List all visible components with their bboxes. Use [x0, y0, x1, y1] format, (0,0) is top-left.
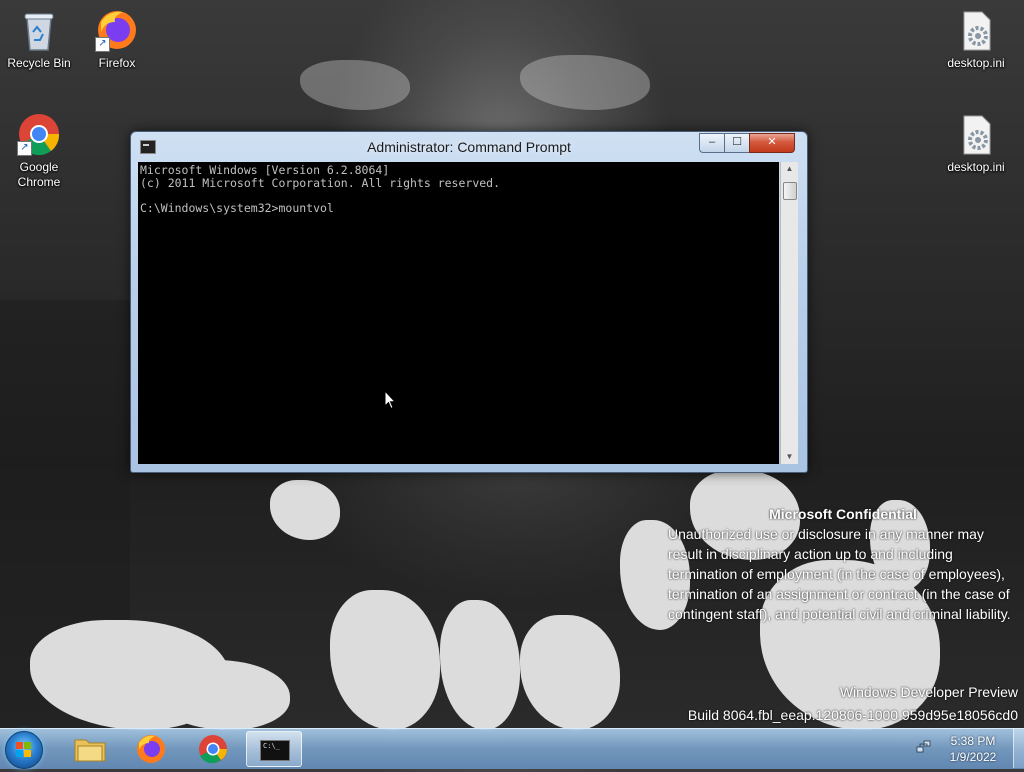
scroll-down-arrow-icon[interactable]: ▼ [781, 450, 798, 464]
minimize-button[interactable]: – [699, 133, 725, 153]
chrome-icon: ↗ [17, 112, 61, 156]
console-prompt-line: C:\Windows\system32>mountvol [140, 200, 334, 215]
close-button[interactable]: ✕ [749, 133, 795, 153]
recycle-bin-icon [17, 8, 61, 52]
clock-date: 1/9/2022 [949, 750, 997, 764]
chrome-icon [199, 735, 227, 764]
watermark-body: Unauthorized use or disclosure in any ma… [668, 526, 1011, 622]
taskbar-firefox[interactable] [123, 731, 179, 767]
windows-logo-icon [16, 742, 32, 758]
taskbar-command-prompt[interactable]: C:\_ [246, 731, 302, 767]
firefox-icon [137, 735, 165, 763]
confidential-watermark: Microsoft Confidential Unauthorized use … [668, 504, 1018, 624]
show-desktop-button[interactable] [1013, 728, 1024, 768]
desktop-icon-label: desktop.ini [947, 160, 1005, 174]
taskbar: C:\_ [0, 728, 1024, 769]
desktop-icon-recycle-bin[interactable]: Recycle Bin [0, 8, 78, 71]
network-icon[interactable] [916, 738, 932, 754]
firefox-icon: ↗ [95, 8, 139, 52]
file-explorer-icon [74, 739, 106, 762]
command-prompt-thumb-text: C:\_ [263, 742, 280, 750]
window-titlebar[interactable]: Administrator: Command Prompt – ☐ ✕ [131, 132, 807, 162]
console-line: Microsoft Windows [Version 6.2.8064] [140, 163, 390, 177]
maximize-button[interactable]: ☐ [724, 133, 750, 153]
scroll-up-arrow-icon[interactable]: ▲ [781, 162, 798, 176]
desktop-icon-label: Firefox [98, 56, 136, 70]
start-button[interactable] [5, 731, 43, 769]
desktop-icon-google-chrome[interactable]: ↗ Google Chrome [0, 112, 78, 190]
desktop-icon-firefox[interactable]: ↗ Firefox [78, 8, 156, 71]
desktop-icon-label: Google Chrome [17, 160, 61, 189]
taskbar-file-explorer[interactable] [62, 731, 118, 767]
taskbar-chrome[interactable] [185, 731, 241, 767]
shortcut-arrow-icon: ↗ [95, 37, 110, 52]
scrollbar-thumb[interactable] [783, 182, 797, 200]
desktop-icon-desktop-ini-2[interactable]: desktop.ini [937, 112, 1015, 175]
desktop-icon-desktop-ini-1[interactable]: desktop.ini [937, 8, 1015, 71]
settings-file-icon [954, 8, 998, 52]
system-clock[interactable]: 5:38 PM 1/9/2022 [940, 733, 1006, 765]
watermark-build: Build 8064.fbl_eeap.120806-1000.959d95e1… [687, 707, 1018, 723]
command-prompt-window[interactable]: Administrator: Command Prompt – ☐ ✕ Micr… [130, 131, 808, 473]
console-line: (c) 2011 Microsoft Corporation. All righ… [140, 175, 501, 190]
shortcut-arrow-icon: ↗ [17, 141, 32, 156]
console-output[interactable]: Microsoft Windows [Version 6.2.8064] (c) … [138, 162, 779, 464]
vertical-scrollbar[interactable]: ▲ ▼ [780, 162, 798, 464]
settings-file-icon [954, 112, 998, 156]
command-prompt-icon: C:\_ [260, 740, 290, 761]
watermark-product: Windows Developer Preview [839, 684, 1018, 700]
clock-time: 5:38 PM [950, 734, 996, 748]
watermark-title: Microsoft Confidential [769, 506, 917, 522]
desktop-icon-label: Recycle Bin [7, 56, 71, 70]
desktop-icon-label: desktop.ini [947, 56, 1005, 70]
mouse-pointer-icon [384, 390, 396, 410]
